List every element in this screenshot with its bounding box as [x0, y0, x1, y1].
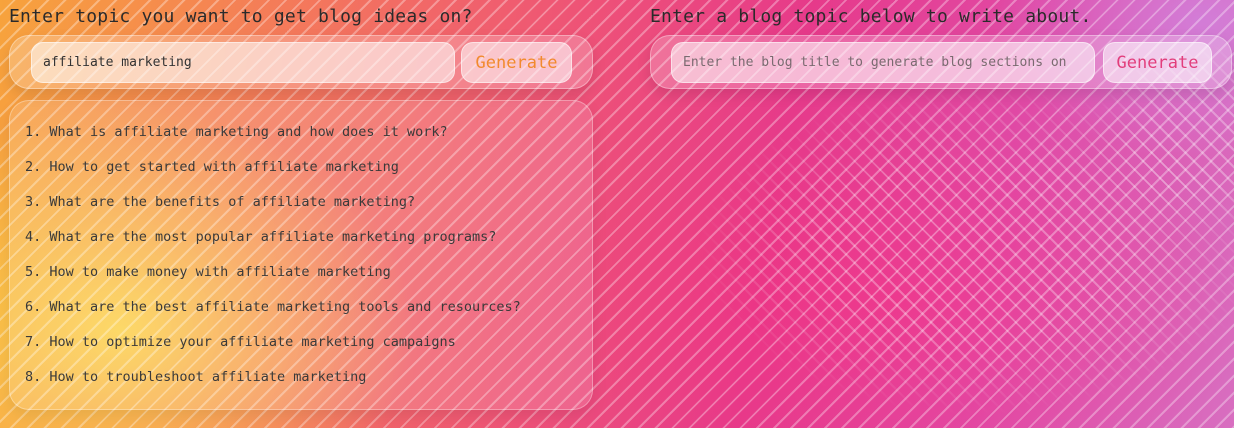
title-search-bar: Generate — [650, 35, 1232, 89]
list-item: 4. What are the most popular affiliate m… — [25, 229, 497, 245]
list-item: 1. What is affiliate marketing and how d… — [25, 124, 448, 140]
list-item: 2. How to get started with affiliate mar… — [25, 159, 399, 175]
list-item: 5. How to make money with affiliate mark… — [25, 264, 391, 280]
blog-topic-heading: Enter a blog topic below to write about. — [650, 6, 1092, 27]
list-item: 7. How to optimize your affiliate market… — [25, 334, 456, 350]
generate-ideas-button[interactable]: Generate — [461, 42, 572, 83]
list-item: 6. What are the best affiliate marketing… — [25, 299, 521, 315]
list-item: 8. How to troubleshoot affiliate marketi… — [25, 369, 367, 385]
topic-search-bar: Generate — [9, 35, 593, 89]
topic-input[interactable] — [31, 42, 455, 83]
list-item: 3. What are the benefits of affiliate ma… — [25, 194, 416, 210]
blog-ideas-heading: Enter topic you want to get blog ideas o… — [9, 6, 473, 27]
blog-title-input[interactable] — [671, 42, 1095, 83]
blog-ideas-list: 1. What is affiliate marketing and how d… — [10, 101, 592, 403]
generate-sections-button[interactable]: Generate — [1103, 42, 1212, 83]
blog-ideas-list-panel: 1. What is affiliate marketing and how d… — [9, 100, 593, 410]
